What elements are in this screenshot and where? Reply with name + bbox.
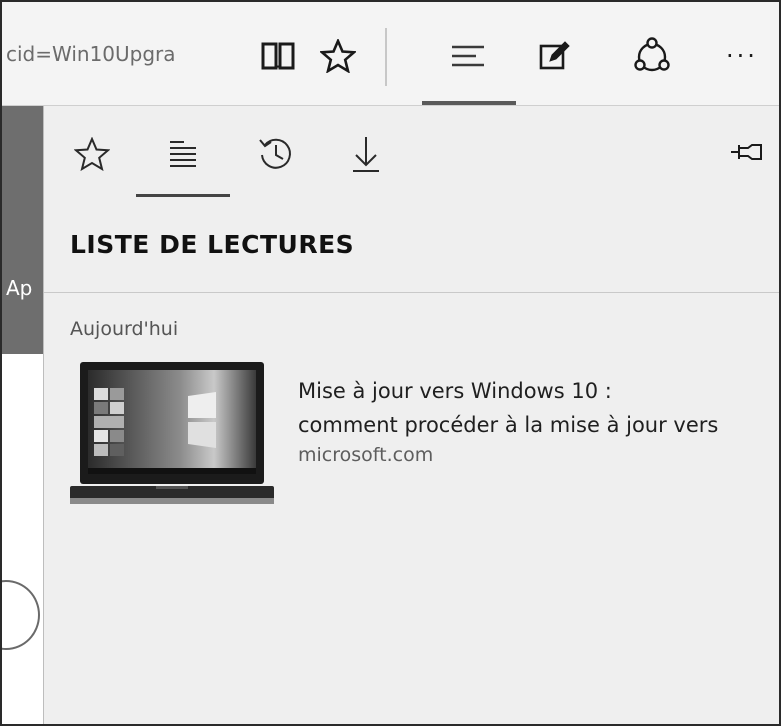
hub-divider — [44, 292, 779, 293]
browser-toolbar: cid=Win10Upgra ··· — [2, 2, 779, 106]
reading-view-icon[interactable] — [256, 34, 300, 78]
hub-heading: LISTE DE LECTURES — [70, 230, 355, 259]
article-source: microsoft.com — [298, 444, 434, 466]
tab-favorites[interactable] — [68, 130, 116, 178]
reading-list-icon — [170, 141, 196, 167]
article-thumbnail — [70, 362, 274, 504]
tab-history[interactable] — [252, 130, 300, 178]
address-bar-text[interactable]: cid=Win10Upgra — [6, 42, 176, 66]
article-title: Mise à jour vers Windows 10 : comment pr… — [298, 374, 779, 442]
hub-icon[interactable] — [446, 34, 490, 78]
more-icon[interactable]: ··· — [720, 34, 764, 78]
favorite-star-icon[interactable] — [316, 34, 360, 78]
article-title-line2: comment procéder à la mise à jour vers — [298, 413, 719, 437]
web-note-icon[interactable] — [532, 34, 576, 78]
hub-panel: LISTE DE LECTURES Aujourd'hui Mise à jou… — [44, 106, 779, 724]
favorites-icon — [74, 137, 110, 171]
active-tab-indicator — [136, 194, 230, 197]
share-icon[interactable] — [630, 34, 674, 78]
reading-list-item[interactable]: Mise à jour vers Windows 10 : comment pr… — [70, 362, 779, 522]
section-label-today: Aujourd'hui — [70, 318, 179, 340]
article-title-line1: Mise à jour vers Windows 10 : — [298, 379, 612, 403]
browser-window: cid=Win10Upgra ··· Ap LISTE DE LECTURES … — [0, 0, 781, 726]
page-edge-text: Ap — [6, 276, 33, 300]
pin-icon[interactable] — [730, 142, 764, 166]
more-label: ··· — [726, 42, 758, 70]
tab-downloads[interactable] — [342, 130, 390, 178]
tab-reading-list[interactable] — [159, 130, 207, 178]
toolbar-separator — [385, 28, 387, 86]
downloads-icon — [353, 137, 379, 172]
hub-active-indicator — [422, 101, 516, 105]
history-icon — [259, 138, 291, 169]
page-banner-sliver: Ap — [2, 106, 43, 354]
